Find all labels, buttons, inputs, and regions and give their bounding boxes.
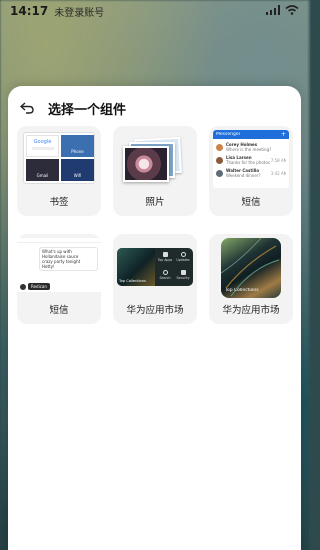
updates-icon bbox=[180, 252, 186, 257]
bookmark-tile-gmail: Gmail bbox=[26, 159, 59, 181]
avatar bbox=[216, 143, 223, 151]
bookmark-tile-label: Phone bbox=[71, 149, 84, 154]
collection-banner: Top Collections bbox=[117, 248, 155, 286]
avatar bbox=[20, 283, 26, 290]
appgallery-tile: Top Apps bbox=[157, 250, 173, 266]
back-arrow-icon bbox=[19, 99, 34, 118]
add-icon: + bbox=[280, 130, 286, 138]
security-icon bbox=[180, 270, 186, 275]
top-apps-icon bbox=[162, 252, 168, 257]
avatar bbox=[216, 156, 223, 164]
messenger-contact: Lisa Larsen Thanks for the photos 7:58 A… bbox=[216, 155, 286, 165]
appgallery-small-preview: Top Collections Top Apps Updates Search … bbox=[117, 248, 193, 286]
appgallery-large-preview: Top Collections bbox=[221, 238, 281, 298]
back-button[interactable] bbox=[12, 94, 42, 122]
widget-card-appgallery-large[interactable]: Top Collections 华为应用市场 bbox=[209, 234, 293, 324]
sms-author: Redican bbox=[20, 283, 50, 290]
widget-label: 书签 bbox=[49, 197, 69, 208]
widget-label: 华为应用市场 bbox=[126, 305, 184, 316]
status-carrier: 未登录账号 bbox=[54, 7, 105, 19]
status-bar: 14:17 未登录账号 bbox=[0, 0, 309, 22]
sms-preview: What's up with Hollandaise sauce crazy p… bbox=[17, 238, 101, 292]
widget-label: 华为应用市场 bbox=[222, 305, 280, 316]
avatar bbox=[216, 169, 223, 177]
widget-label: 短信 bbox=[49, 305, 69, 316]
widget-card-bookmarks[interactable]: Google Phone Gmail Wifi 书签 bbox=[17, 126, 101, 216]
messenger-header: Messenger + bbox=[213, 130, 289, 139]
status-time: 14:17 bbox=[10, 4, 49, 18]
status-icons bbox=[266, 4, 299, 18]
bookmark-tile-google: Google bbox=[26, 135, 59, 157]
widget-picker-sheet: 选择一个组件 Google Phone Gmail Wifi 书签 照片 Mes… bbox=[8, 86, 301, 550]
bookmarks-preview: Google Phone Gmail Wifi bbox=[23, 132, 95, 184]
bookmark-tile-label: Wifi bbox=[73, 173, 82, 178]
widget-card-photos[interactable]: 照片 bbox=[113, 126, 197, 216]
appgallery-tile: Security bbox=[175, 268, 191, 284]
bookmark-tile-label: Gmail bbox=[36, 173, 49, 178]
sms-bubble: What's up with Hollandaise sauce crazy p… bbox=[39, 247, 98, 271]
sheet-title: 选择一个组件 bbox=[48, 102, 127, 118]
widget-card-messenger[interactable]: Messenger + Corey Holmes Where is the me… bbox=[209, 126, 293, 216]
appgallery-tile: Updates bbox=[175, 250, 191, 266]
search-icon bbox=[162, 270, 168, 275]
messenger-contact: Corey Holmes Where is the meeting? bbox=[216, 142, 286, 152]
widget-label: 照片 bbox=[145, 197, 165, 208]
photo-stack-front bbox=[123, 146, 169, 182]
widget-card-sms[interactable]: What's up with Hollandaise sauce crazy p… bbox=[17, 234, 101, 324]
messenger-contact: Walter Castillo Weekend dinner? 3:42 AM bbox=[216, 168, 286, 178]
messenger-preview: Messenger + Corey Holmes Where is the me… bbox=[213, 130, 289, 188]
signal-icon bbox=[266, 4, 280, 18]
bookmark-tile-phone: Phone bbox=[61, 135, 94, 157]
widget-label: 短信 bbox=[241, 197, 261, 208]
appgallery-tile: Search bbox=[157, 268, 173, 284]
bookmark-tile-label: Google bbox=[33, 139, 52, 145]
wifi-icon bbox=[285, 4, 299, 18]
sheet-header: 选择一个组件 bbox=[8, 94, 301, 122]
widget-card-appgallery-small[interactable]: Top Collections Top Apps Updates Search … bbox=[113, 234, 197, 324]
bookmark-tile-wifi: Wifi bbox=[61, 159, 94, 181]
